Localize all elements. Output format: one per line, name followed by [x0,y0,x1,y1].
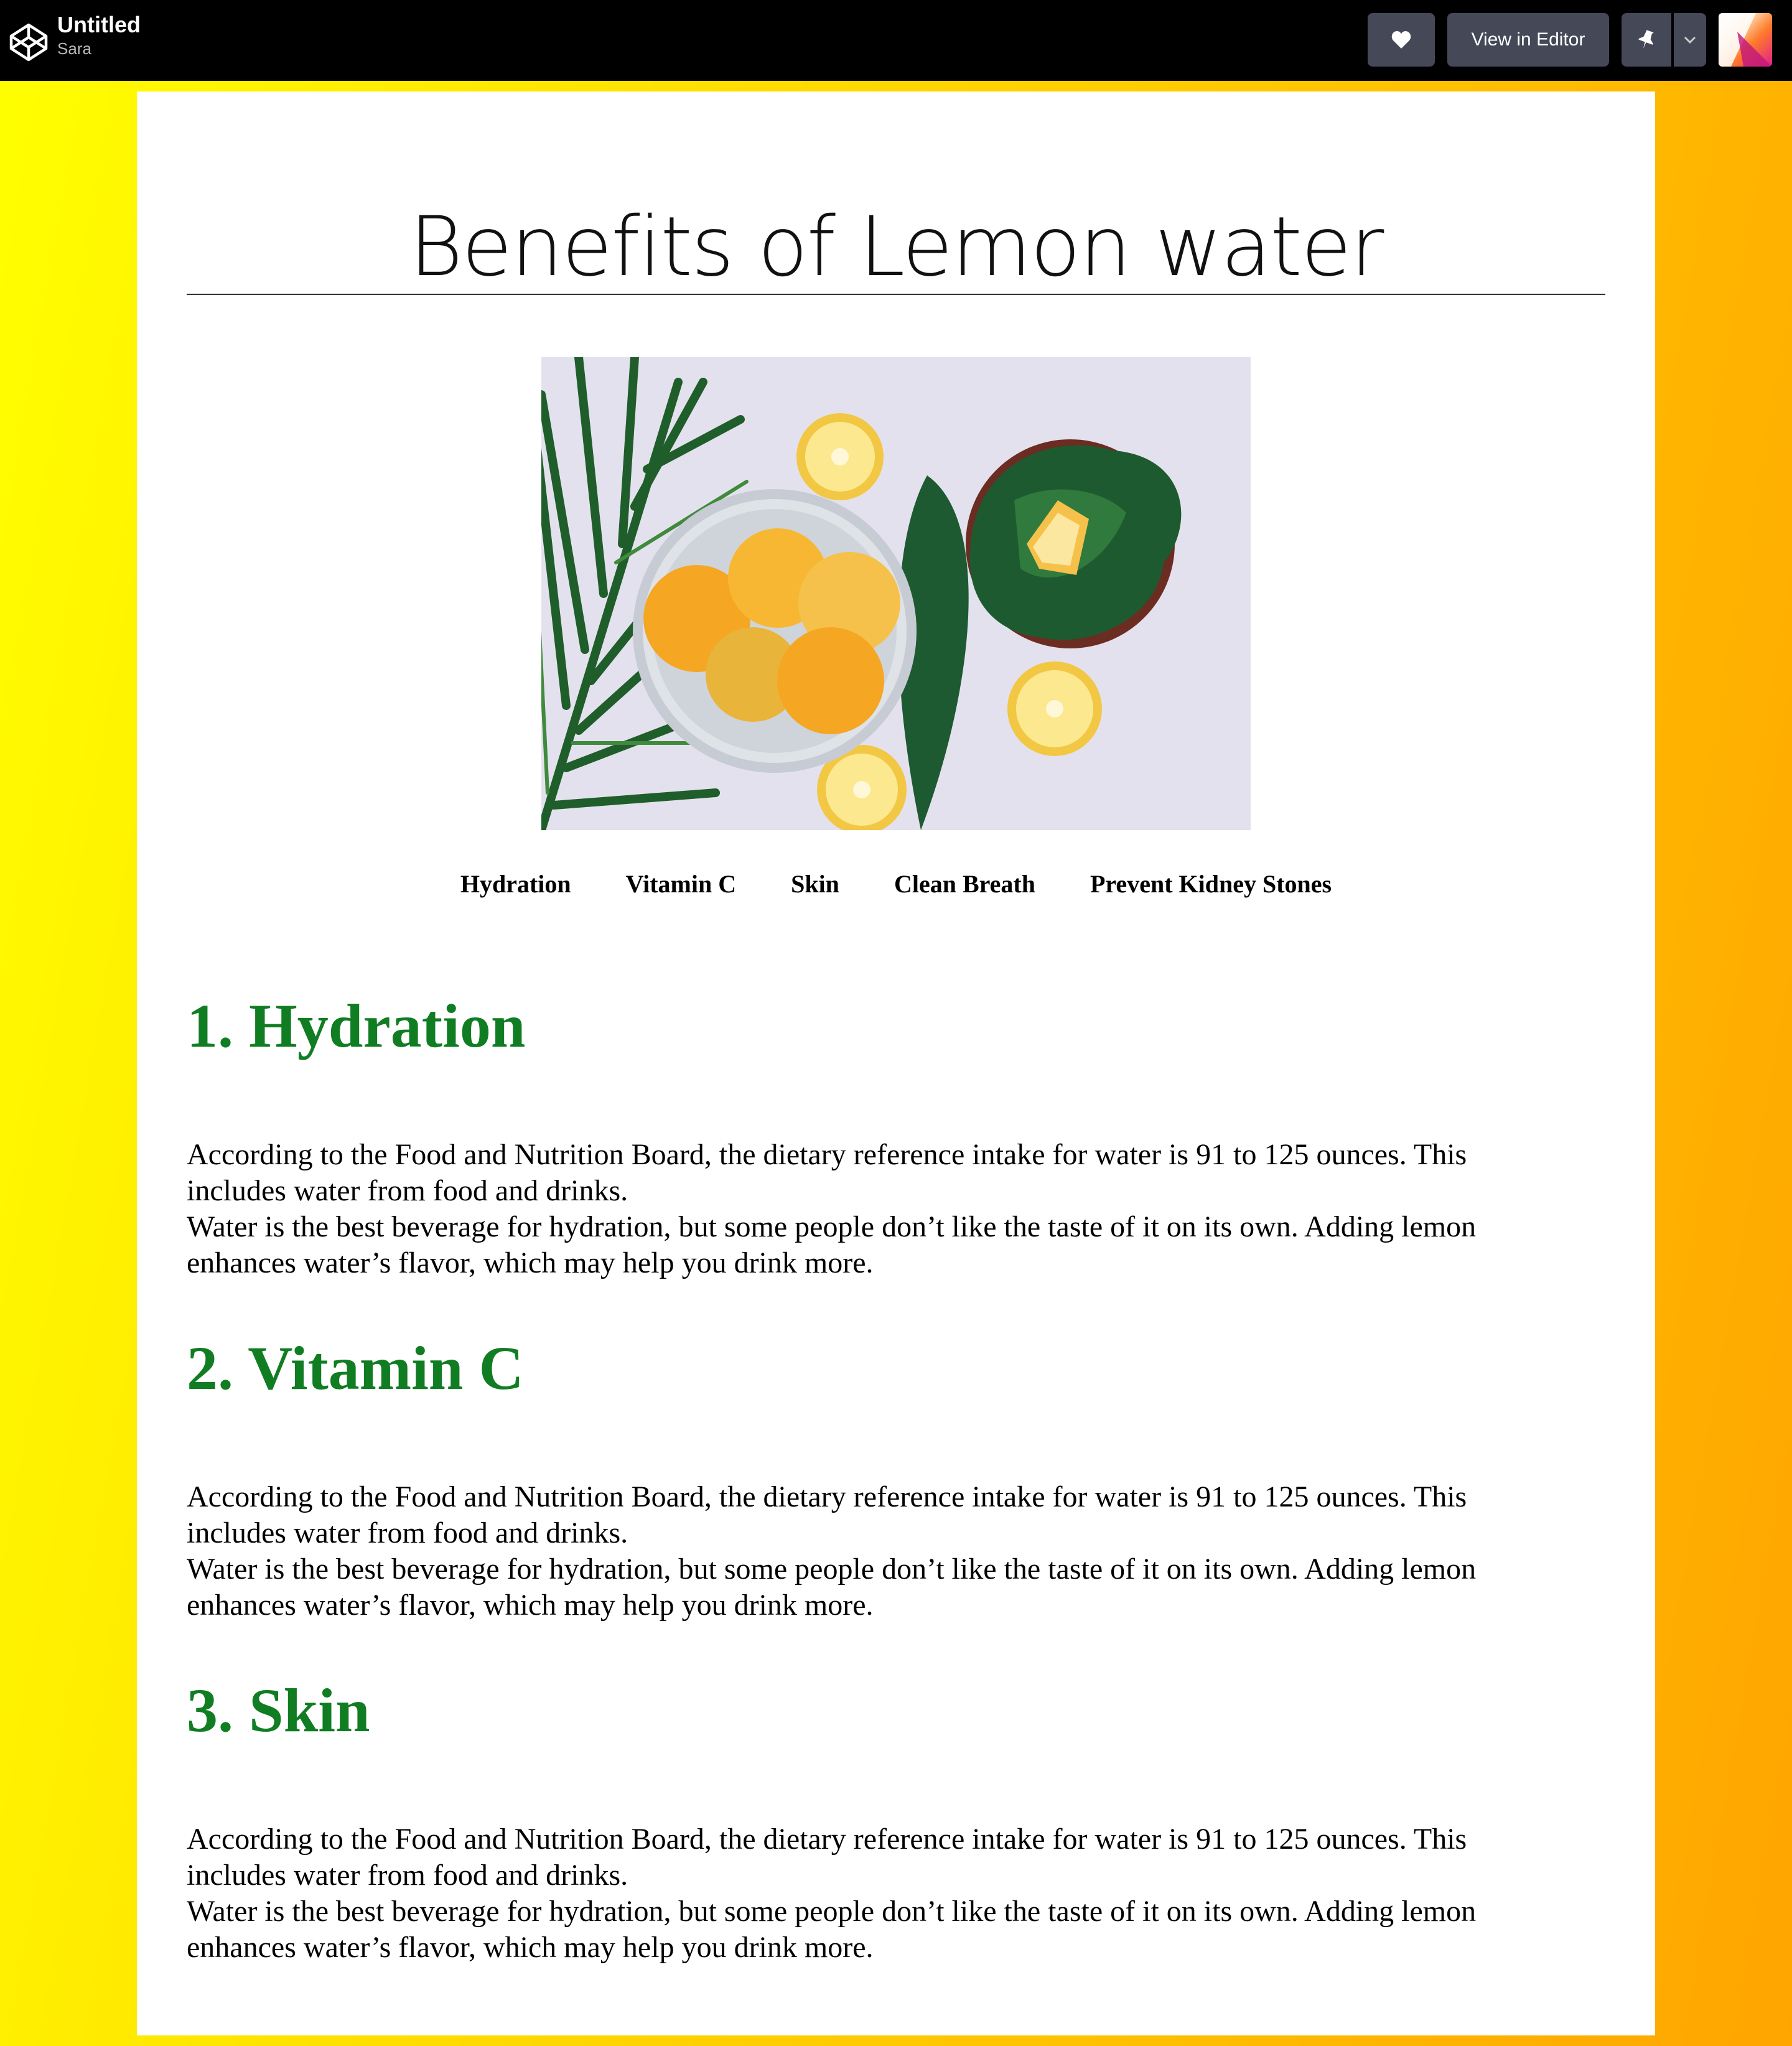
section-heading: 2. Vitamin C [187,1334,524,1403]
avatar-image [1719,13,1772,67]
page-title: Benefits of Lemon water [409,199,1384,295]
heart-icon [1391,31,1411,49]
pin-dropdown-button[interactable] [1674,13,1706,67]
section-skin: 3. Skin According to the Food and Nutrit… [187,1673,1605,1964]
section-heading: 3. Skin [187,1676,370,1745]
section-hydration: 1. Hydration According to the Food and N… [187,989,1605,1279]
top-bar: Untitled Sara View in Editor [0,0,1792,81]
codepen-logo-icon[interactable] [9,22,49,62]
chevron-down-icon [1684,36,1696,44]
nav-link-vitamin-c[interactable]: Vitamin C [626,869,736,899]
section-body: According to the Food and Nutrition Boar… [187,1821,1556,1966]
body-line: According to the Food and Nutrition Boar… [187,1823,1467,1892]
view-in-editor-button[interactable]: View in Editor [1447,13,1609,67]
nav-link-hydration[interactable]: Hydration [460,869,571,899]
section-body: According to the Food and Nutrition Boar… [187,1137,1556,1281]
nav-link-prevent-kidney-stones[interactable]: Prevent Kidney Stones [1090,869,1332,899]
pen-title-block: Untitled Sara [57,11,141,58]
section-vitamin-c: 2. Vitamin C According to the Food and N… [187,1331,1605,1622]
nav-link-clean-breath[interactable]: Clean Breath [894,869,1035,899]
body-line: Water is the best beverage for hydration… [187,1210,1477,1279]
pin-icon [1638,30,1654,49]
section-nav: Hydration Vitamin C Skin Clean Breath Pr… [137,869,1655,899]
body-line: Water is the best beverage for hydration… [187,1895,1477,1964]
body-line: According to the Food and Nutrition Boar… [187,1138,1467,1207]
section-body: According to the Food and Nutrition Boar… [187,1479,1556,1623]
content-card: Benefits of Lemon water Hydration Vitami… [137,91,1655,2035]
nav-link-skin[interactable]: Skin [791,869,839,899]
section-heading: 1. Hydration [187,991,526,1060]
like-button[interactable] [1368,13,1435,67]
user-avatar[interactable] [1719,13,1772,67]
lemon-photo [541,357,1251,830]
pin-button[interactable] [1622,13,1671,67]
body-line: According to the Food and Nutrition Boar… [187,1480,1467,1549]
title-divider [187,294,1605,295]
pen-title[interactable]: Untitled [57,11,141,39]
pen-author[interactable]: Sara [57,39,141,58]
body-line: Water is the best beverage for hydration… [187,1553,1477,1622]
